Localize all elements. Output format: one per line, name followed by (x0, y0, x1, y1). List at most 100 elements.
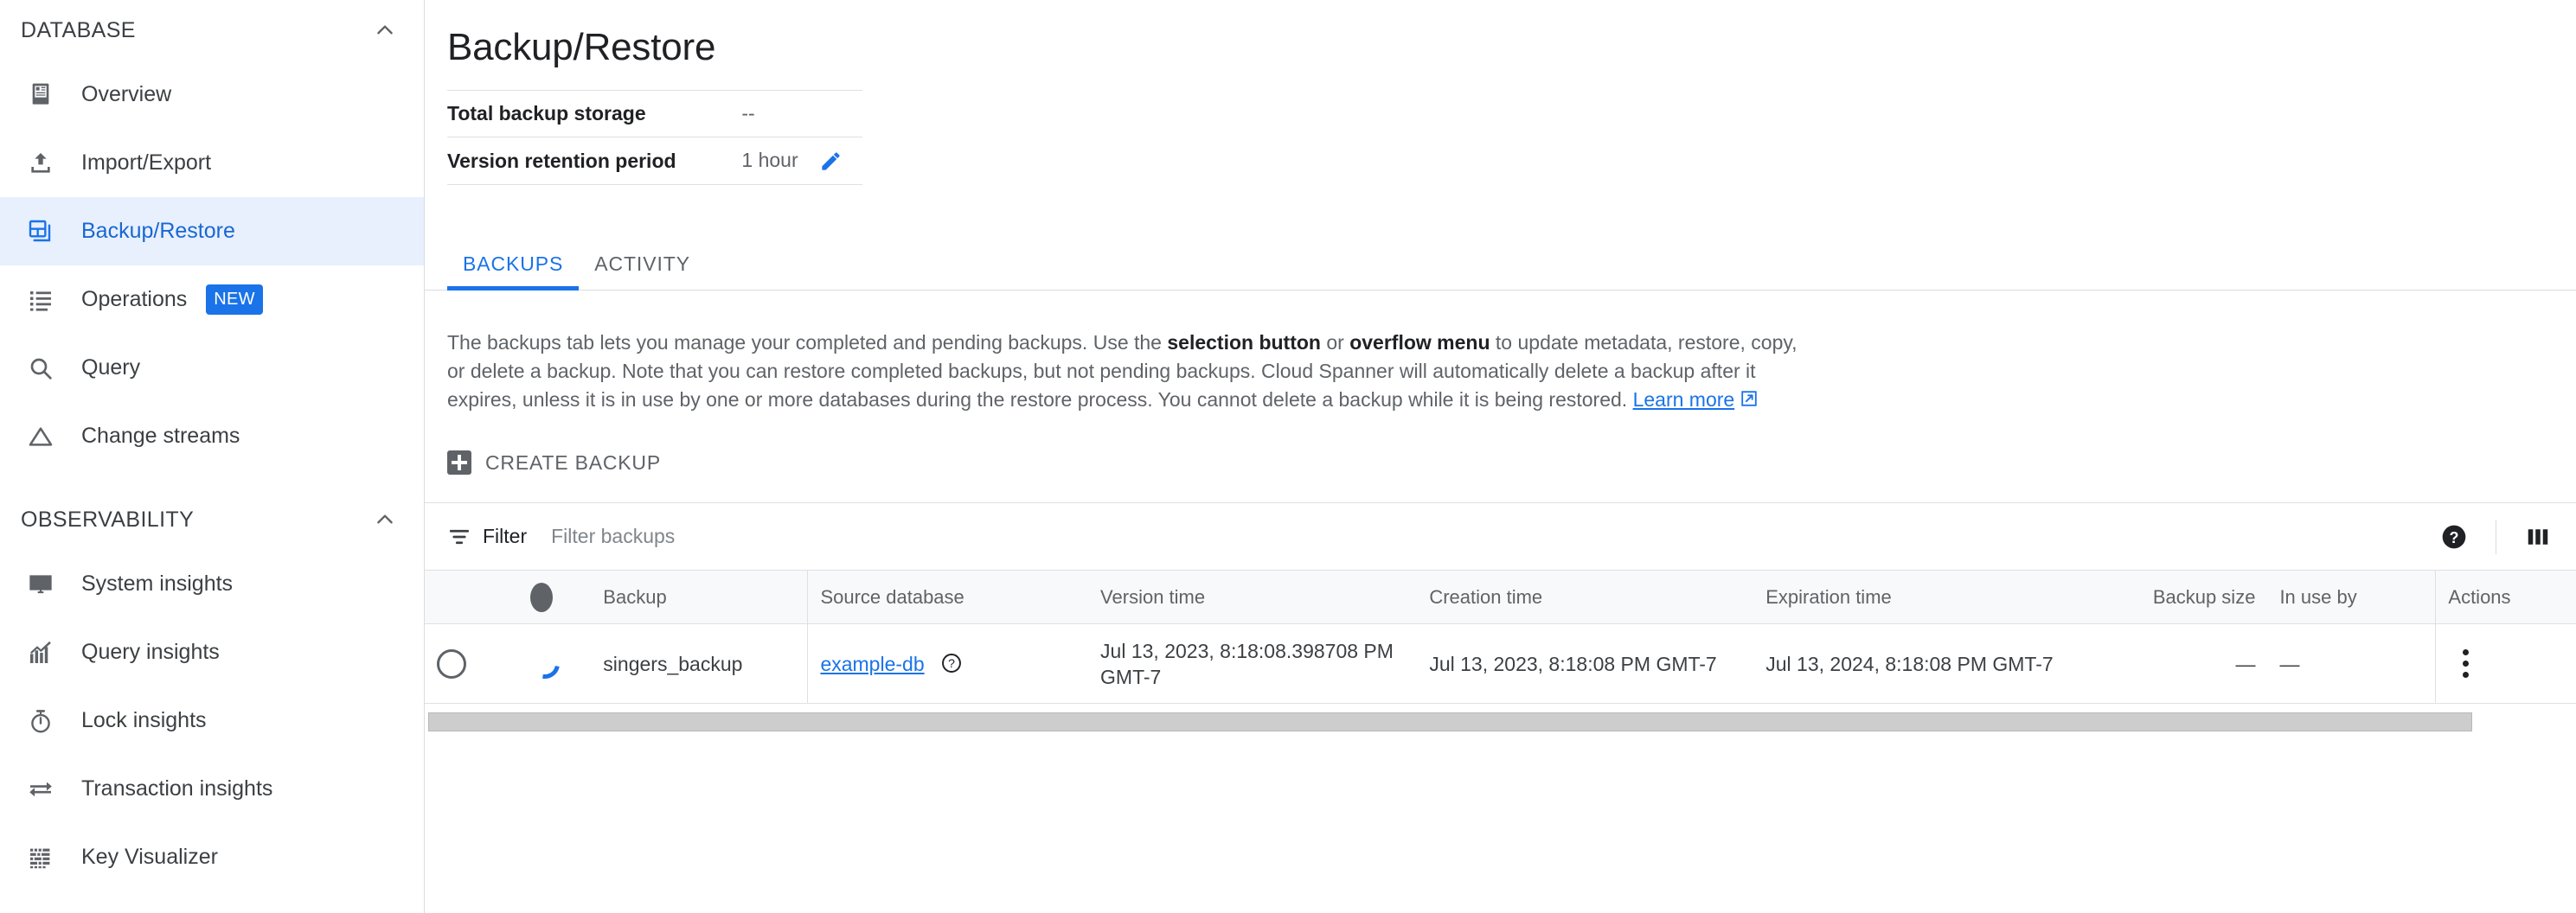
learn-more-link[interactable]: Learn more (1633, 388, 1735, 411)
chevron-up-icon[interactable] (372, 507, 398, 533)
create-backup-button[interactable]: CREATE BACKUP (447, 445, 661, 480)
filter-label: Filter (483, 525, 528, 548)
sidebar-item-change-streams[interactable]: Change streams (0, 402, 424, 470)
create-backup-row: CREATE BACKUP (425, 445, 2576, 480)
table-body: singers_backup example-db ? Jul 13, 2023… (425, 623, 2576, 705)
filter-bar: Filter ? (425, 502, 2576, 570)
sidebar-item-label: Key Visualizer (81, 845, 218, 869)
column-header-source-database[interactable]: Source database (807, 570, 1089, 625)
sidebar-item-label: Lock insights (81, 708, 207, 732)
column-header-backup-size[interactable]: Backup size (2090, 570, 2268, 625)
swap-arrows-icon (22, 771, 59, 808)
description-part2: or (1320, 331, 1350, 354)
row-select-cell[interactable] (425, 623, 519, 705)
summary-label: Version retention period (447, 149, 676, 172)
sidebar-item-overview[interactable]: Overview (0, 61, 424, 129)
sidebar-item-label: System insights (81, 571, 234, 596)
sidebar-item-system-insights[interactable]: System insights (0, 550, 424, 618)
sidebar-item-lock-insights[interactable]: Lock insights (0, 686, 424, 755)
list-icon (22, 282, 59, 318)
sidebar-section-database[interactable]: DATABASE (0, 0, 424, 61)
sidebar-section-label: DATABASE (21, 17, 136, 42)
table-header-row: Backup Source database Version time Crea… (425, 570, 2576, 625)
sidebar-item-label: Operations (81, 287, 188, 311)
filter-icon[interactable] (447, 525, 471, 549)
sidebar-item-import-export[interactable]: Import/Export (0, 129, 424, 197)
external-link-icon[interactable] (1740, 389, 1759, 408)
column-header-select (425, 570, 519, 625)
row-expiration-time: Jul 13, 2024, 8:18:08 PM GMT-7 (1753, 623, 2091, 705)
sidebar-item-operations[interactable]: Operations NEW (0, 265, 424, 334)
table-head: Backup Source database Version time Crea… (425, 570, 2576, 625)
radio-button-icon[interactable] (437, 648, 466, 679)
source-database-link[interactable]: example-db (820, 653, 924, 675)
column-header-in-use-by[interactable]: In use by (2267, 570, 2436, 625)
create-backup-label: CREATE BACKUP (485, 450, 661, 474)
summary-value: 1 hour (741, 149, 798, 171)
sidebar-item-query-insights[interactable]: Query insights (0, 618, 424, 686)
sidebar-item-backup-restore[interactable]: Backup/Restore (0, 197, 424, 265)
sidebar-section-label: OBSERVABILITY (21, 507, 195, 532)
horizontal-scrollbar[interactable] (425, 712, 2576, 736)
svg-text:?: ? (948, 656, 955, 670)
sidebar-item-label: Change streams (81, 424, 240, 448)
description-bold-overflow-menu: overflow menu (1349, 331, 1490, 354)
new-badge: NEW (206, 284, 263, 315)
column-settings-icon[interactable] (2515, 514, 2560, 559)
filter-input[interactable] (551, 525, 2432, 549)
column-header-version-time[interactable]: Version time (1088, 570, 1418, 625)
sidebar-item-key-visualizer[interactable]: Key Visualizer (0, 823, 424, 891)
help-outline-icon[interactable]: ? (940, 652, 963, 674)
sidebar-item-label: Import/Export (81, 150, 212, 175)
chevron-up-icon[interactable] (372, 17, 398, 43)
summary-row-total-backup-storage: Total backup storage -- (447, 90, 862, 137)
backups-table-wrapper: Backup Source database Version time Crea… (425, 570, 2576, 736)
help-filled-icon[interactable]: ? (2432, 514, 2477, 559)
sidebar-item-label: Overview (81, 82, 172, 106)
description-text: The backups tab lets you manage your com… (425, 329, 1809, 414)
row-backup-name: singers_backup (591, 623, 808, 705)
import-export-icon (22, 145, 59, 182)
backup-restore-icon (22, 214, 59, 250)
overview-icon (22, 77, 59, 113)
row-creation-time: Jul 13, 2023, 8:18:08 PM GMT-7 (1417, 623, 1754, 705)
column-header-creation-time[interactable]: Creation time (1417, 570, 1754, 625)
sidebar-item-label: Transaction insights (81, 776, 273, 801)
table-row[interactable]: singers_backup example-db ? Jul 13, 2023… (425, 623, 2576, 705)
column-header-expiration-time[interactable]: Expiration time (1753, 570, 2091, 625)
sidebar-item-transaction-insights[interactable]: Transaction insights (0, 755, 424, 823)
sidebar-item-label: Backup/Restore (81, 219, 235, 243)
summary-value: -- (741, 102, 755, 124)
summary-label: Total backup storage (447, 102, 646, 124)
summary-value-cell: 1 hour (710, 137, 862, 185)
summary-row-version-retention-period: Version retention period 1 hour (447, 137, 862, 185)
stopwatch-icon (22, 703, 59, 739)
sidebar: DATABASE Overview Import/Export Backup/R… (0, 0, 425, 913)
sidebar-item-label: Query (81, 355, 141, 380)
row-actions-cell[interactable] (2435, 623, 2576, 705)
row-source-database-cell: example-db ? (807, 623, 1089, 705)
key-visualizer-icon (22, 840, 59, 876)
bar-chart-icon (22, 635, 59, 671)
main-content: Backup/Restore Total backup storage -- V… (425, 0, 2576, 913)
description-bold-selection-button: selection button (1167, 331, 1321, 354)
row-in-use-by: — (2267, 623, 2436, 705)
row-backup-size: — (2090, 623, 2268, 705)
plus-box-icon (447, 450, 471, 476)
pencil-icon[interactable] (819, 150, 843, 173)
tabs: BACKUPS ACTIVITY (425, 237, 2576, 291)
description-part1: The backups tab lets you manage your com… (447, 331, 1168, 354)
row-version-time: Jul 13, 2023, 8:18:08.398708 PM GMT-7 (1088, 623, 1418, 705)
more-vert-icon[interactable] (2448, 649, 2483, 679)
sidebar-section-observability[interactable]: OBSERVABILITY (0, 489, 424, 550)
tab-activity[interactable]: ACTIVITY (579, 252, 706, 290)
column-header-status (518, 570, 592, 625)
svg-text:?: ? (2450, 529, 2459, 546)
scrollbar-thumb[interactable] (428, 712, 2472, 732)
sidebar-item-label: Query insights (81, 640, 220, 664)
column-header-backup[interactable]: Backup (591, 570, 808, 625)
tab-backups[interactable]: BACKUPS (447, 252, 580, 291)
column-header-actions: Actions (2435, 570, 2576, 625)
monitor-chart-icon (22, 566, 59, 603)
sidebar-item-query[interactable]: Query (0, 334, 424, 402)
